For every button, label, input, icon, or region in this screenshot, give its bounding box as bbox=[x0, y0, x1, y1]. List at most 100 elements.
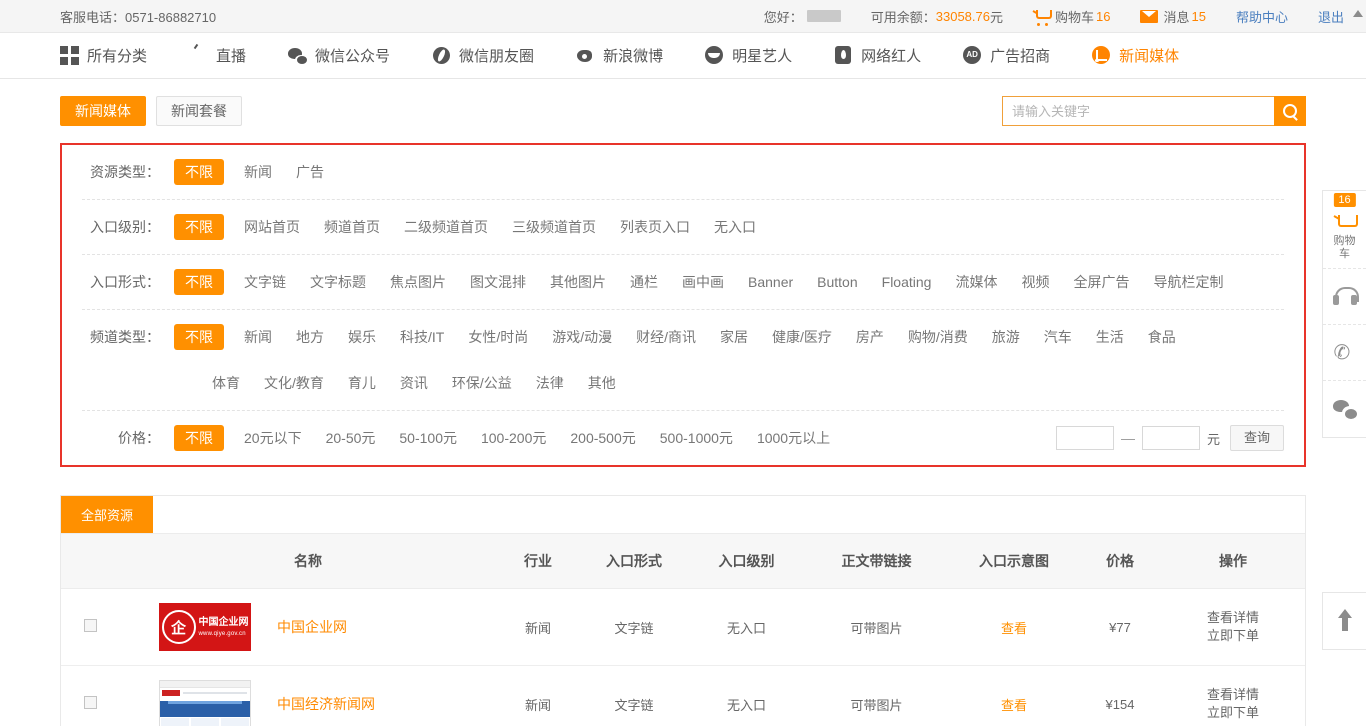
filter-option[interactable]: 三级频道首页 bbox=[512, 214, 596, 240]
filter-option[interactable]: Button bbox=[817, 269, 857, 295]
filter-option[interactable]: 广告 bbox=[296, 159, 324, 185]
filter-option[interactable]: 流媒体 bbox=[955, 269, 997, 295]
nav-item-advertising[interactable]: AD 广告招商 bbox=[963, 45, 1050, 66]
nav-item-influencers[interactable]: 网络红人 bbox=[834, 45, 921, 66]
results-table: 名称 行业 入口形式 入口级别 正文带链接 入口示意图 价格 操作 企 中国企业… bbox=[61, 533, 1305, 726]
filter-option[interactable]: 200-500元 bbox=[570, 425, 635, 451]
view-detail-link[interactable]: 查看详情 bbox=[1161, 609, 1305, 627]
filter-option[interactable]: 100-200元 bbox=[481, 425, 546, 451]
logout-link[interactable]: 退出 bbox=[1318, 7, 1344, 26]
filter-option-unlimited[interactable]: 不限 bbox=[174, 324, 224, 350]
content-area: 新闻媒体 新闻套餐 资源类型： 不限 新闻 广告 入口级别： bbox=[0, 79, 1366, 726]
row-checkbox[interactable] bbox=[83, 696, 97, 709]
tab-news-media[interactable]: 新闻媒体 bbox=[60, 96, 146, 126]
site-name-link[interactable]: 中国经济新闻网 bbox=[277, 694, 375, 714]
filter-option[interactable]: 娱乐 bbox=[348, 324, 376, 350]
view-diagram-link[interactable]: 查看 bbox=[1001, 698, 1027, 713]
order-now-link[interactable]: 立即下单 bbox=[1161, 627, 1305, 645]
view-detail-link[interactable]: 查看详情 bbox=[1161, 686, 1305, 704]
filter-option[interactable]: 生活 bbox=[1096, 324, 1124, 350]
help-center-link[interactable]: 帮助中心 bbox=[1236, 7, 1288, 26]
view-diagram-link[interactable]: 查看 bbox=[1001, 621, 1027, 636]
nav-item-celebrities[interactable]: 明星艺人 bbox=[705, 45, 792, 66]
nav-item-wechat-moments[interactable]: 微信朋友圈 bbox=[432, 45, 534, 66]
filter-option[interactable]: 食品 bbox=[1148, 324, 1176, 350]
filter-option[interactable]: 法律 bbox=[536, 370, 564, 396]
filter-option[interactable]: 文字标题 bbox=[310, 269, 366, 295]
filter-option[interactable]: 全屏广告 bbox=[1073, 269, 1129, 295]
nav-item-wechat-official[interactable]: 微信公众号 bbox=[288, 45, 390, 66]
filter-option[interactable]: 其他 bbox=[588, 370, 616, 396]
float-wechat-button[interactable] bbox=[1323, 381, 1366, 437]
filter-option[interactable]: 图文混排 bbox=[470, 269, 526, 295]
row-entry-level: 无入口 bbox=[689, 588, 804, 666]
filter-option-unlimited[interactable]: 不限 bbox=[174, 425, 224, 451]
filter-option[interactable]: Banner bbox=[748, 269, 793, 295]
filter-option[interactable]: 新闻 bbox=[244, 324, 272, 350]
nav-item-news-media[interactable]: 新闻媒体 bbox=[1092, 45, 1179, 66]
filter-option[interactable]: 地方 bbox=[296, 324, 324, 350]
filter-option[interactable]: 通栏 bbox=[630, 269, 658, 295]
price-max-input[interactable] bbox=[1141, 426, 1200, 450]
float-customer-service-button[interactable] bbox=[1323, 269, 1366, 325]
filter-option[interactable]: 科技/IT bbox=[400, 324, 444, 350]
filter-option[interactable]: 500-1000元 bbox=[660, 425, 733, 451]
messages-link[interactable]: 消息 15 bbox=[1140, 7, 1206, 26]
filter-option[interactable]: 网站首页 bbox=[244, 214, 300, 240]
float-cart-button[interactable]: 16 购物 车 bbox=[1323, 191, 1366, 269]
filter-option[interactable]: Floating bbox=[882, 269, 932, 295]
filter-option[interactable]: 资讯 bbox=[400, 370, 428, 396]
filter-option[interactable]: 新闻 bbox=[244, 159, 272, 185]
filter-option-unlimited[interactable]: 不限 bbox=[174, 159, 224, 185]
filter-option[interactable]: 育儿 bbox=[348, 370, 376, 396]
filter-option[interactable]: 画中画 bbox=[682, 269, 724, 295]
float-phone-button[interactable]: ✆ bbox=[1323, 325, 1366, 381]
filter-option[interactable]: 女性/时尚 bbox=[468, 324, 528, 350]
filter-option[interactable]: 导航栏定制 bbox=[1153, 269, 1223, 295]
filter-option-unlimited[interactable]: 不限 bbox=[174, 269, 224, 295]
search-button[interactable] bbox=[1274, 96, 1306, 126]
search-input[interactable] bbox=[1002, 96, 1274, 126]
filter-option[interactable]: 视频 bbox=[1021, 269, 1049, 295]
filter-option[interactable]: 二级频道首页 bbox=[404, 214, 488, 240]
filter-option[interactable]: 列表页入口 bbox=[620, 214, 690, 240]
filter-option[interactable]: 财经/商讯 bbox=[636, 324, 696, 350]
price-min-input[interactable] bbox=[1055, 426, 1114, 450]
filter-option[interactable]: 焦点图片 bbox=[390, 269, 446, 295]
filter-option[interactable]: 50-100元 bbox=[399, 425, 457, 451]
filter-option[interactable]: 家居 bbox=[720, 324, 748, 350]
results-tab-all[interactable]: 全部资源 bbox=[61, 496, 154, 533]
filter-option[interactable]: 20元以下 bbox=[244, 425, 302, 451]
filter-panel: 资源类型： 不限 新闻 广告 入口级别： 不限 网站首页 频道首页 二级频道首页… bbox=[60, 143, 1306, 467]
mail-icon bbox=[1140, 9, 1159, 23]
filter-option[interactable]: 购物/消费 bbox=[908, 324, 968, 350]
filter-option[interactable]: 文化/教育 bbox=[264, 370, 324, 396]
filter-option[interactable]: 频道首页 bbox=[324, 214, 380, 240]
filter-option[interactable]: 汽车 bbox=[1044, 324, 1072, 350]
nav-item-all-categories[interactable]: 所有分类 bbox=[60, 45, 147, 66]
query-button[interactable]: 查询 bbox=[1229, 425, 1284, 451]
row-checkbox[interactable] bbox=[83, 619, 97, 632]
filter-option[interactable]: 旅游 bbox=[992, 324, 1020, 350]
scroll-up-arrow-icon[interactable] bbox=[1353, 10, 1363, 17]
filter-option[interactable]: 1000元以上 bbox=[757, 425, 830, 451]
filter-option[interactable]: 20-50元 bbox=[326, 425, 376, 451]
filter-option[interactable]: 无入口 bbox=[714, 214, 756, 240]
filter-option[interactable]: 环保/公益 bbox=[452, 370, 512, 396]
nav-item-sina-weibo[interactable]: 新浪微博 bbox=[576, 45, 663, 66]
nav-label: 微信公众号 bbox=[315, 48, 391, 65]
filter-option[interactable]: 健康/医疗 bbox=[772, 324, 832, 350]
nav-item-live[interactable]: 直播 bbox=[189, 45, 246, 66]
filter-option[interactable]: 文字链 bbox=[244, 269, 286, 295]
filter-option[interactable]: 体育 bbox=[212, 370, 240, 396]
site-name-link[interactable]: 中国企业网 bbox=[277, 617, 347, 637]
back-to-top-button[interactable] bbox=[1322, 592, 1366, 650]
filter-option-unlimited[interactable]: 不限 bbox=[174, 214, 224, 240]
order-now-link[interactable]: 立即下单 bbox=[1161, 704, 1305, 722]
tab-news-package[interactable]: 新闻套餐 bbox=[156, 96, 242, 126]
cart-link[interactable]: 购物车 16 bbox=[1033, 7, 1110, 26]
filter-option[interactable]: 房产 bbox=[856, 324, 884, 350]
filter-option[interactable]: 游戏/动漫 bbox=[552, 324, 612, 350]
filter-option[interactable]: 其他图片 bbox=[550, 269, 606, 295]
nav-label: 明星艺人 bbox=[732, 48, 793, 65]
